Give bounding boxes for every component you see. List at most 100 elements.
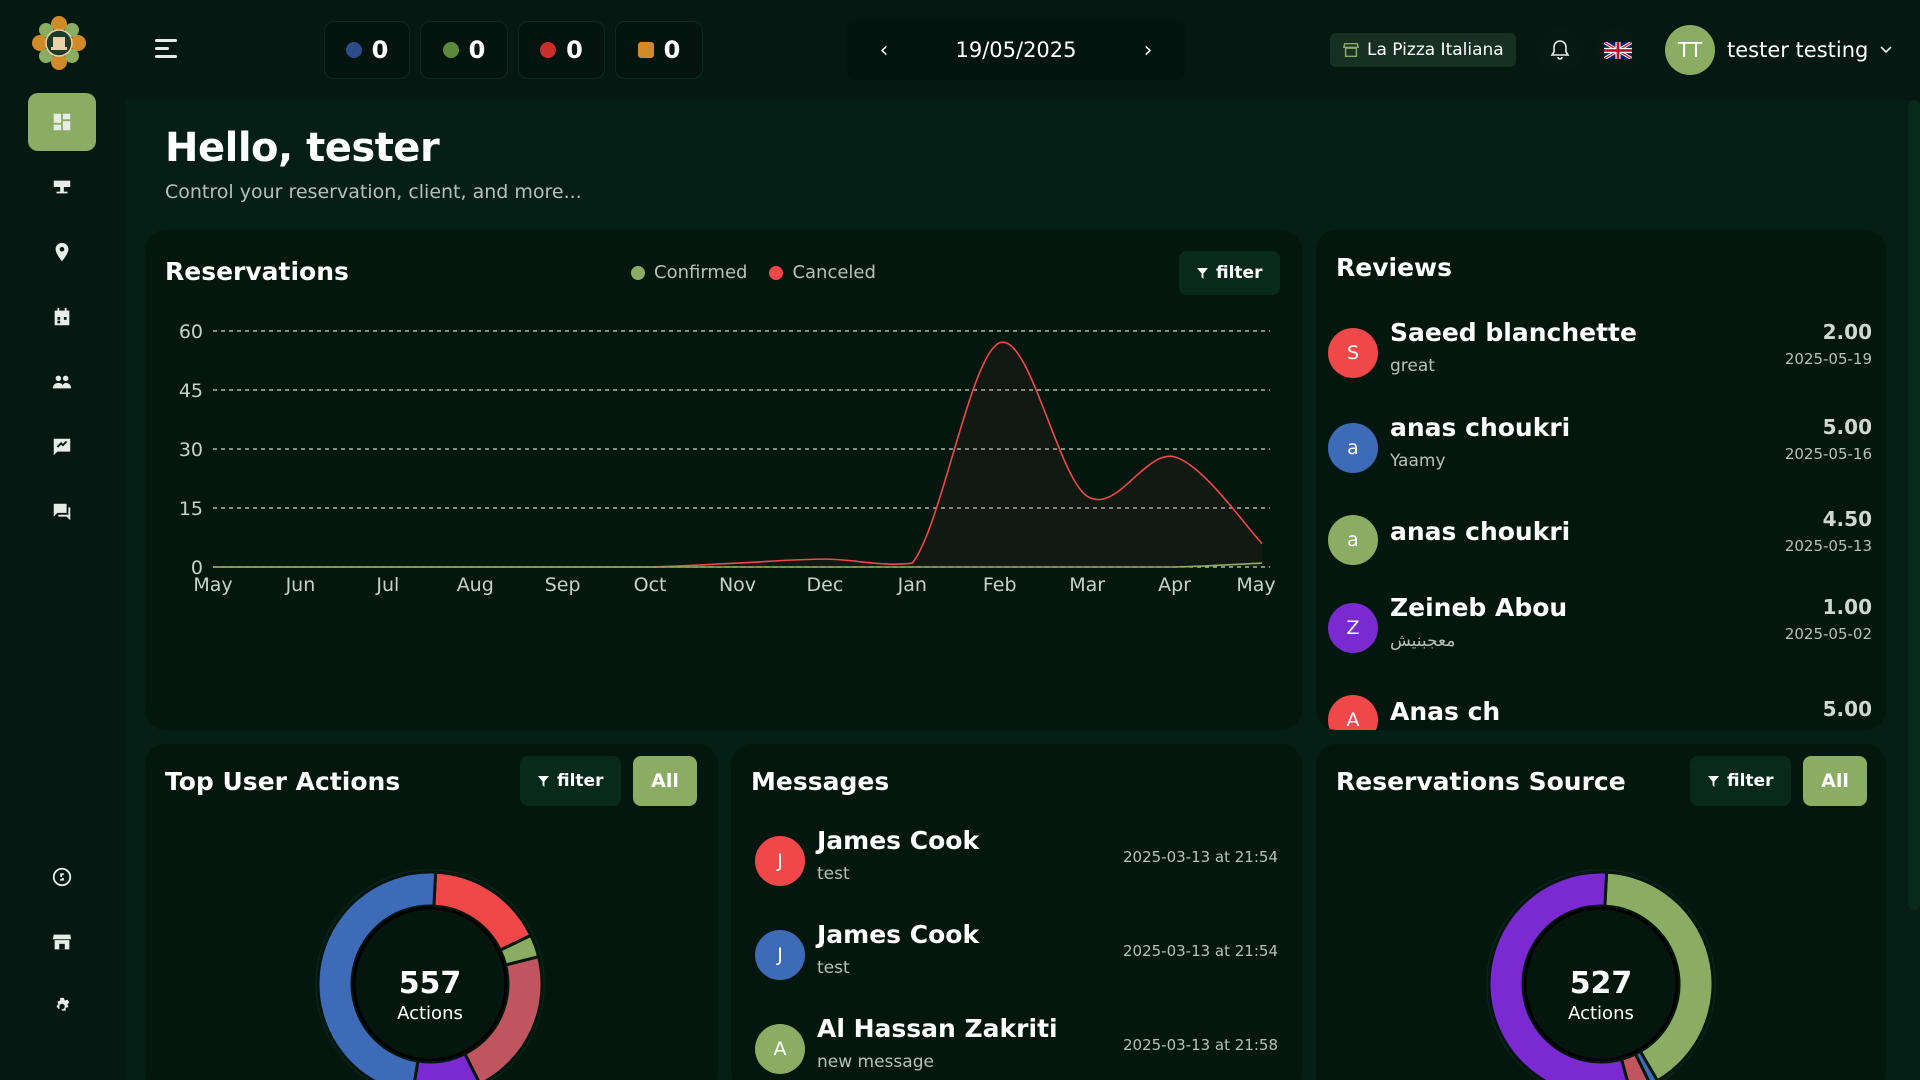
uk-flag-icon [1604,41,1632,59]
review-rating: 5.00 [1822,415,1872,439]
canceled-icon [540,42,557,58]
top-actions-filter-button[interactable]: filter [520,756,622,806]
review-author: Zeineb Abou [1390,593,1568,622]
nav-store[interactable] [28,913,96,971]
nav-calendar[interactable] [28,288,96,346]
filter-label: filter [1216,263,1263,283]
avatar: Z [1328,603,1378,653]
nav-dashboard[interactable] [28,93,96,151]
reservations-filter-button[interactable]: filter [1179,251,1281,295]
source-all-button[interactable]: All [1803,756,1867,806]
restaurant-selector[interactable]: La Pizza Italiana [1330,33,1516,67]
donut-center-label: 557 Actions [360,966,500,1024]
donut-total: 527 [1569,966,1633,1001]
reviews-icon [53,438,71,456]
x-tick-label: Nov [719,574,756,596]
review-author: Saeed blanchette [1390,318,1637,347]
pending-icon [345,42,362,58]
clients-icon [52,375,72,389]
user-menu[interactable]: TT tester testing [1665,25,1892,75]
avatar: a [1328,423,1378,473]
card-title: Reservations Source [1336,767,1626,796]
x-tick-label: Feb [983,574,1017,596]
x-tick-label: Jul [375,574,399,596]
donut-center-label: 527 Actions [1531,966,1671,1024]
current-date[interactable]: 19/05/2025 [955,38,1076,62]
review-item[interactable]: A Anas ch 5.00 [1328,685,1872,730]
review-comment: Yaamy [1390,451,1446,471]
nav-settings[interactable] [28,978,96,1036]
avatar: J [755,836,805,886]
donut-unit: Actions [397,1003,463,1024]
legend-item-canceled[interactable]: Canceled [769,262,876,283]
legend-item-confirmed[interactable]: Confirmed [631,262,747,283]
review-item[interactable]: a anas choukri 4.50 2025-05-13 [1328,505,1872,575]
counter-value: 0 [663,36,681,64]
review-author: anas choukri [1390,517,1571,546]
message-date: 2025-03-13 at 21:54 [1122,942,1278,960]
nav-messages[interactable] [28,483,96,541]
x-tick-label: Dec [807,574,844,596]
filter-label: filter [557,771,604,791]
counter-canceled[interactable]: 0 [518,21,605,79]
nav-support[interactable] [28,848,96,906]
review-item[interactable]: S Saeed blanchette great 2.00 2025-05-19 [1328,318,1872,388]
avatar: A [1328,695,1378,730]
nav-reviews[interactable] [28,418,96,476]
review-item[interactable]: a anas choukri Yaamy 5.00 2025-05-16 [1328,413,1872,483]
date-navigator: ‹ 19/05/2025 › [846,20,1186,80]
message-date: 2025-03-13 at 21:54 [1122,848,1278,866]
previous-date-button[interactable]: ‹ [872,38,896,63]
card-title: Reviews [1336,253,1453,282]
store-icon [52,934,72,950]
counter-walk-in[interactable]: 0 [615,21,703,79]
support-icon [52,867,72,887]
message-date: 2025-03-13 at 21:58 [1122,1036,1278,1054]
donut-total: 557 [398,966,462,1001]
messages-card: Messages J James Cook test 2025-03-13 at 21… [731,744,1302,1080]
message-item[interactable]: J James Cook test 2025-03-13 at 21:54 [755,826,1278,896]
nav-clients[interactable] [28,353,96,411]
brand-logo[interactable] [30,14,88,72]
menu-icon [155,39,177,58]
card-title: Reservations [165,257,349,286]
message-preview: test [817,958,850,978]
top-actions-all-button[interactable]: All [633,756,697,806]
message-item[interactable]: J James Cook test 2025-03-13 at 21:54 [755,920,1278,990]
review-item[interactable]: Z Zeineb Abou معجبنيش 1.00 2025-05-02 [1328,593,1872,663]
avatar: TT [1665,25,1715,75]
confirmed-icon [442,42,459,58]
message-preview: test [817,864,850,884]
filter-icon [1197,267,1208,279]
x-tick-label: May [1236,574,1275,596]
review-comment: معجبنيش [1390,631,1456,651]
menu-toggle-button[interactable] [153,34,183,64]
review-rating: 4.50 [1822,507,1872,531]
x-tick-label: Mar [1069,574,1105,596]
message-sender: Al Hassan Zakriti [817,1014,1058,1043]
chevron-down-icon [1880,46,1892,54]
x-tick-label: Jun [285,574,316,596]
y-tick-label: 30 [179,439,203,461]
nav-location[interactable] [28,223,96,281]
store-icon [1342,42,1360,58]
review-author: anas choukri [1390,413,1571,442]
counter-pending[interactable]: 0 [324,21,410,79]
y-tick-label: 60 [179,321,203,343]
language-selector[interactable] [1595,27,1641,73]
nav-tables[interactable] [28,158,96,216]
filter-icon [1708,775,1719,787]
notifications-button[interactable] [1537,27,1583,73]
source-filter-button[interactable]: filter [1690,756,1792,806]
walk-in-icon [637,42,654,58]
card-title: Top User Actions [165,767,401,796]
message-item[interactable]: A Al Hassan Zakriti new message 2025-03-13 … [755,1014,1278,1080]
page-scrollbar[interactable] [1908,100,1920,910]
x-tick-label: Aug [457,574,494,596]
reviews-card: Reviews S Saeed blanchette great 2.00 2025-0… [1316,230,1886,730]
x-tick-label: May [193,574,232,596]
review-author: Anas ch [1390,697,1501,726]
next-date-button[interactable]: › [1136,38,1160,63]
counter-confirmed[interactable]: 0 [420,21,508,79]
dashboard-icon [53,113,71,131]
